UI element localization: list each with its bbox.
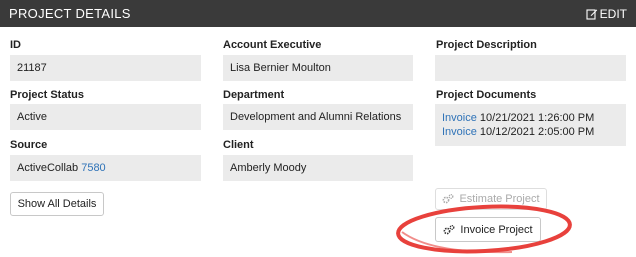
client-label: Client [223,139,254,151]
estimate-project-button[interactable]: Estimate Project [435,188,547,210]
document-date: 10/21/2021 1:26:00 PM [479,112,595,124]
project-description-label: Project Description [436,39,537,51]
id-label: ID [10,39,21,51]
edit-icon [586,8,597,20]
invoice-link[interactable]: Invoice [442,112,477,124]
source-link[interactable]: 7580 [81,162,105,174]
gears-icon [443,194,454,204]
document-row: Invoice 10/21/2021 1:26:00 PM [442,111,619,125]
project-documents-label: Project Documents [436,89,537,101]
source-text: ActiveCollab [17,162,79,174]
source-label: Source [10,139,48,151]
estimate-project-label: Estimate Project [459,193,540,205]
project-status-value: Active [10,104,201,130]
document-row: Invoice 10/12/2021 2:05:00 PM [442,125,619,139]
invoice-link[interactable]: Invoice [442,126,477,138]
project-status-label: Project Status [10,89,84,101]
account-executive-value: Lisa Bernier Moulton [223,55,413,81]
account-executive-label: Account Executive [223,39,322,51]
edit-label: EDIT [599,6,627,21]
edit-button[interactable]: EDIT [586,7,627,21]
client-value: Amberly Moody [223,155,413,181]
id-value: 21187 [10,55,201,81]
department-value: Development and Alumni Relations [223,104,413,130]
gears-icon [444,224,455,234]
invoice-project-button[interactable]: Invoice Project [435,217,541,242]
panel-header: PROJECT DETAILS EDIT [0,0,636,27]
department-label: Department [223,89,285,101]
show-all-details-button[interactable]: Show All Details [10,192,104,216]
document-date: 10/12/2021 2:05:00 PM [479,126,595,138]
source-value: ActiveCollab 7580 [10,155,201,181]
project-documents-list: Invoice 10/21/2021 1:26:00 PM Invoice 10… [435,104,626,146]
project-description-value [435,55,626,81]
invoice-project-label: Invoice Project [460,223,533,236]
panel-title: PROJECT DETAILS [9,6,131,21]
